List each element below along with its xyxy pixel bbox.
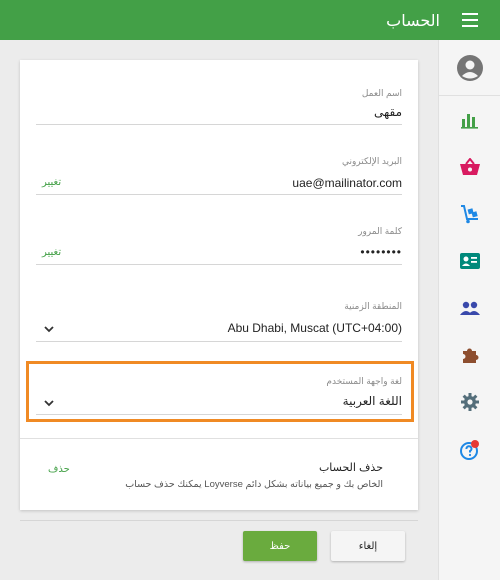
employees-icon [460, 301, 480, 315]
sidebar-item-customers[interactable] [439, 237, 500, 285]
language-label: لغة واجهة المستخدم [326, 376, 402, 386]
sidebar-item-integrations[interactable] [439, 331, 500, 379]
delete-account-description: يمكنك حذف حساب Loyverse الخاص بك و جميع … [125, 479, 383, 490]
email-input[interactable]: uae@mailinator.com [292, 176, 402, 190]
business-name-input[interactable]: مقهى [374, 105, 402, 119]
customers-icon [460, 253, 480, 269]
settings-icon [461, 393, 479, 411]
bottom-divider [20, 520, 418, 521]
sidebar-item-items[interactable] [439, 143, 500, 191]
field-underline [36, 414, 402, 415]
change-email-link[interactable]: تغيير [42, 177, 61, 188]
save-button[interactable]: حفظ [243, 531, 317, 561]
sidebar-item-employees[interactable] [439, 284, 500, 332]
integrations-icon [463, 348, 479, 363]
email-label: البريد الإلكتروني [341, 156, 402, 166]
language-value[interactable]: اللغة العربية [343, 394, 402, 408]
reports-icon [461, 114, 478, 129]
sidebar-item-settings[interactable] [439, 378, 500, 426]
sidebar-nav [438, 40, 500, 580]
delete-account-title: حذف الحساب [318, 462, 383, 474]
sidebar-item-inventory[interactable] [439, 190, 500, 238]
account-icon [457, 54, 483, 81]
chevron-down-icon[interactable] [44, 326, 54, 333]
field-underline [36, 124, 402, 125]
business-name-label: اسم العمل [361, 88, 402, 98]
field-underline [36, 194, 402, 195]
sidebar-item-reports[interactable] [439, 96, 500, 144]
password-field[interactable]: كلمة المرور •••••••• [36, 224, 402, 265]
cancel-button[interactable]: إلغاء [331, 531, 405, 561]
delete-account-link[interactable]: حذف [48, 464, 70, 475]
password-label: كلمة المرور [358, 226, 402, 236]
section-divider [20, 438, 418, 439]
inventory-icon [461, 205, 478, 224]
business-name-field[interactable]: اسم العمل مقهى [36, 86, 402, 126]
page-title: الحساب [386, 13, 440, 30]
sidebar-item-account[interactable] [439, 40, 500, 96]
sidebar-item-help[interactable] [439, 426, 500, 474]
timezone-value[interactable]: Abu Dhabi, Muscat (UTC+04:00) [228, 321, 402, 335]
field-underline [36, 341, 402, 342]
timezone-select[interactable]: المنطقة الزمنية Abu Dhabi, Muscat (UTC+0… [36, 299, 402, 342]
hamburger-menu-icon[interactable] [462, 13, 478, 27]
field-underline [36, 264, 402, 265]
help-icon [460, 440, 479, 460]
items-icon [460, 158, 480, 175]
change-password-link[interactable]: تغيير [42, 247, 61, 258]
timezone-label: المنطقة الزمنية [344, 301, 402, 311]
account-settings-card: اسم العمل مقهى البريد الإلكتروني uae@mai… [20, 60, 418, 510]
notification-badge [471, 440, 479, 448]
top-app-bar: الحساب [0, 0, 500, 40]
chevron-down-icon[interactable] [44, 400, 54, 407]
language-select[interactable]: لغة واجهة المستخدم اللغة العربية [36, 374, 402, 415]
email-field[interactable]: البريد الإلكتروني uae@mailinator.com [36, 154, 402, 195]
password-input[interactable]: •••••••• [360, 245, 402, 259]
